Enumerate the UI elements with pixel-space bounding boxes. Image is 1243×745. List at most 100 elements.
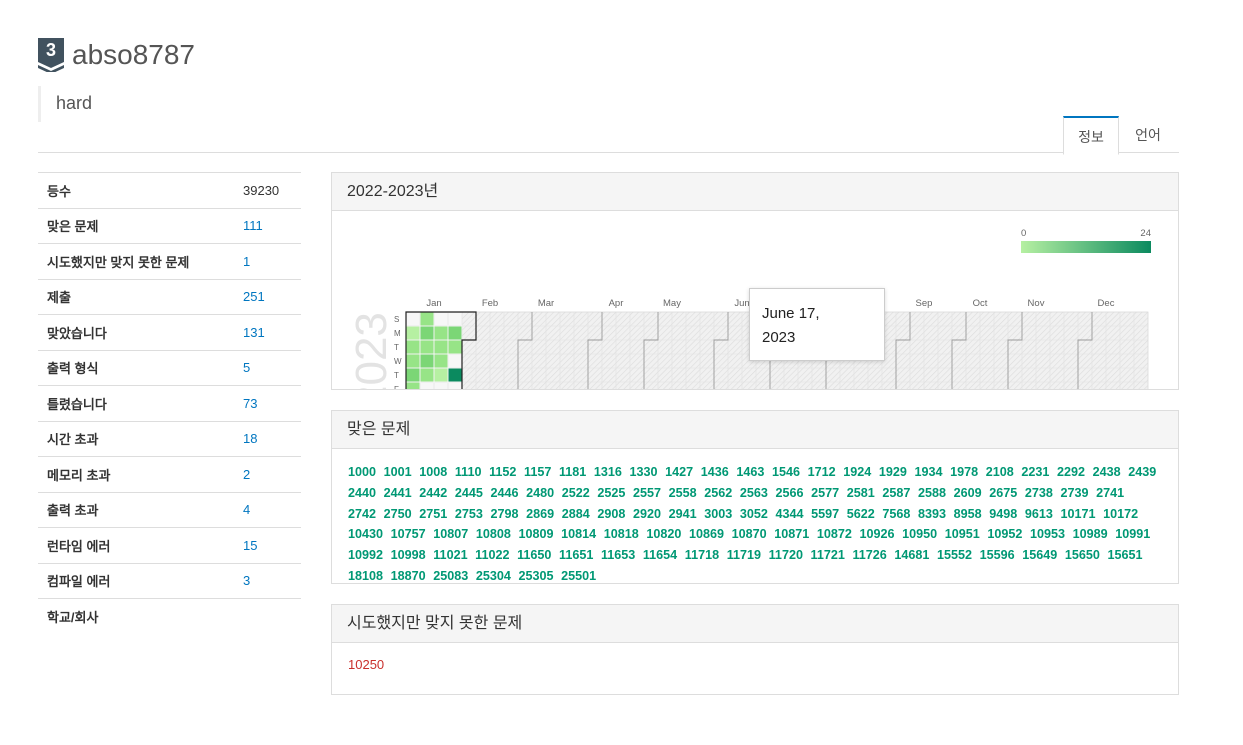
solved-problem-link[interactable]: 2908 bbox=[597, 507, 625, 521]
solved-problem-link[interactable]: 11022 bbox=[475, 548, 509, 562]
solved-problem-link[interactable]: 1463 bbox=[736, 465, 764, 479]
solved-problem-link[interactable]: 2522 bbox=[562, 486, 590, 500]
solved-problem-link[interactable]: 2557 bbox=[633, 486, 661, 500]
solved-problem-link[interactable]: 10991 bbox=[1115, 527, 1150, 541]
stat-value[interactable]: 18 bbox=[243, 420, 301, 457]
solved-problem-link[interactable]: 10809 bbox=[519, 527, 554, 541]
stat-value[interactable]: 1 bbox=[243, 243, 301, 279]
solved-problem-link[interactable]: 15650 bbox=[1065, 548, 1100, 562]
solved-problem-link[interactable]: 25083 bbox=[433, 569, 468, 583]
solved-problem-link[interactable]: 15596 bbox=[980, 548, 1015, 562]
solved-problem-link[interactable]: 11021 bbox=[433, 548, 467, 562]
solved-problem-link[interactable]: 11651 bbox=[559, 548, 593, 562]
solved-problem-link[interactable]: 2566 bbox=[776, 486, 804, 500]
solved-problem-link[interactable]: 10814 bbox=[561, 527, 596, 541]
solved-problem-link[interactable]: 14681 bbox=[894, 548, 929, 562]
solved-problem-link[interactable]: 10171 bbox=[1061, 507, 1096, 521]
solved-problem-link[interactable]: 1427 bbox=[665, 465, 693, 479]
solved-problem-link[interactable]: 5597 bbox=[811, 507, 839, 521]
solved-problem-link[interactable]: 10172 bbox=[1103, 507, 1138, 521]
solved-problem-link[interactable]: 5622 bbox=[847, 507, 875, 521]
solved-problem-link[interactable]: 2588 bbox=[918, 486, 946, 500]
stat-value[interactable]: 73 bbox=[243, 385, 301, 421]
solved-problem-link[interactable]: 11719 bbox=[727, 548, 761, 562]
solved-problem-link[interactable]: 2941 bbox=[669, 507, 697, 521]
stat-value[interactable]: 251 bbox=[243, 278, 301, 315]
solved-problem-link[interactable]: 2587 bbox=[882, 486, 910, 500]
tab-info[interactable]: 정보 bbox=[1063, 116, 1119, 155]
solved-problem-link[interactable]: 10818 bbox=[604, 527, 639, 541]
solved-problem-link[interactable]: 10952 bbox=[987, 527, 1022, 541]
solved-problem-link[interactable]: 25305 bbox=[519, 569, 554, 583]
solved-problem-link[interactable]: 9498 bbox=[989, 507, 1017, 521]
solved-problem-link[interactable]: 2577 bbox=[811, 486, 839, 500]
solved-problem-link[interactable]: 11653 bbox=[601, 548, 635, 562]
solved-problem-link[interactable]: 2480 bbox=[526, 486, 554, 500]
solved-problem-link[interactable]: 1001 bbox=[384, 465, 412, 479]
solved-problem-link[interactable]: 10870 bbox=[732, 527, 767, 541]
solved-problem-link[interactable]: 2108 bbox=[986, 465, 1014, 479]
solved-problem-link[interactable]: 2440 bbox=[348, 486, 376, 500]
solved-problem-link[interactable]: 2441 bbox=[384, 486, 412, 500]
solved-problem-link[interactable]: 10950 bbox=[902, 527, 937, 541]
solved-problem-link[interactable]: 8958 bbox=[954, 507, 982, 521]
solved-problem-link[interactable]: 1000 bbox=[348, 465, 376, 479]
solved-problem-link[interactable]: 1330 bbox=[630, 465, 658, 479]
solved-problem-link[interactable]: 1934 bbox=[915, 465, 943, 479]
solved-problem-link[interactable]: 25304 bbox=[476, 569, 511, 583]
solved-problem-link[interactable]: 2869 bbox=[526, 507, 554, 521]
solved-problem-link[interactable]: 3052 bbox=[740, 507, 768, 521]
solved-problem-link[interactable]: 2439 bbox=[1128, 465, 1156, 479]
solved-problem-link[interactable]: 10871 bbox=[774, 527, 809, 541]
solved-problem-link[interactable]: 11720 bbox=[769, 548, 803, 562]
solved-problem-link[interactable]: 1978 bbox=[950, 465, 978, 479]
stat-value[interactable]: 3 bbox=[243, 562, 301, 599]
solved-problem-link[interactable]: 11718 bbox=[685, 548, 719, 562]
solved-problem-link[interactable]: 10869 bbox=[689, 527, 724, 541]
solved-problem-link[interactable]: 2445 bbox=[455, 486, 483, 500]
solved-problem-link[interactable]: 1546 bbox=[772, 465, 800, 479]
solved-problem-link[interactable]: 2525 bbox=[597, 486, 625, 500]
solved-problem-link[interactable]: 1110 bbox=[455, 465, 482, 479]
solved-problem-link[interactable]: 10757 bbox=[391, 527, 426, 541]
stat-value[interactable]: 15 bbox=[243, 527, 301, 563]
solved-problem-link[interactable]: 11650 bbox=[517, 548, 551, 562]
solved-problem-link[interactable]: 10992 bbox=[348, 548, 383, 562]
solved-problem-link[interactable]: 10807 bbox=[433, 527, 468, 541]
stat-value[interactable]: 4 bbox=[243, 491, 301, 528]
solved-problem-link[interactable]: 1436 bbox=[701, 465, 729, 479]
solved-problem-link[interactable]: 2563 bbox=[740, 486, 768, 500]
stat-value[interactable]: 5 bbox=[243, 349, 301, 386]
solved-problem-link[interactable]: 2738 bbox=[1025, 486, 1053, 500]
solved-problem-link[interactable]: 2753 bbox=[455, 507, 483, 521]
solved-problem-link[interactable]: 2742 bbox=[348, 507, 376, 521]
solved-problem-link[interactable]: 2741 bbox=[1096, 486, 1124, 500]
solved-problem-link[interactable]: 1008 bbox=[419, 465, 447, 479]
solved-problem-link[interactable]: 10998 bbox=[391, 548, 426, 562]
stat-value[interactable]: 2 bbox=[243, 456, 301, 492]
solved-problem-link[interactable]: 10872 bbox=[817, 527, 852, 541]
solved-problem-link[interactable]: 10953 bbox=[1030, 527, 1065, 541]
stat-value[interactable]: 131 bbox=[243, 314, 301, 350]
solved-problem-link[interactable]: 2438 bbox=[1093, 465, 1121, 479]
solved-problem-link[interactable]: 2750 bbox=[384, 507, 412, 521]
solved-problem-link[interactable]: 11726 bbox=[852, 548, 886, 562]
solved-problem-link[interactable]: 3003 bbox=[704, 507, 732, 521]
solved-problem-link[interactable]: 10808 bbox=[476, 527, 511, 541]
solved-problem-link[interactable]: 2442 bbox=[419, 486, 447, 500]
tab-language[interactable]: 언어 bbox=[1119, 116, 1177, 152]
solved-problem-link[interactable]: 10820 bbox=[646, 527, 681, 541]
solved-problem-link[interactable]: 2751 bbox=[419, 507, 447, 521]
solved-problem-link[interactable]: 4344 bbox=[776, 507, 804, 521]
solved-problem-link[interactable]: 2558 bbox=[669, 486, 697, 500]
solved-problem-link[interactable]: 2675 bbox=[989, 486, 1017, 500]
solved-problem-link[interactable]: 15552 bbox=[937, 548, 972, 562]
solved-problem-link[interactable]: 2562 bbox=[704, 486, 732, 500]
solved-problem-link[interactable]: 11654 bbox=[643, 548, 677, 562]
solved-problem-link[interactable]: 10951 bbox=[945, 527, 980, 541]
solved-problem-link[interactable]: 2609 bbox=[954, 486, 982, 500]
solved-problem-link[interactable]: 2798 bbox=[491, 507, 519, 521]
solved-problem-link[interactable]: 11721 bbox=[811, 548, 845, 562]
solved-problem-link[interactable]: 10430 bbox=[348, 527, 383, 541]
solved-problem-link[interactable]: 2292 bbox=[1057, 465, 1085, 479]
